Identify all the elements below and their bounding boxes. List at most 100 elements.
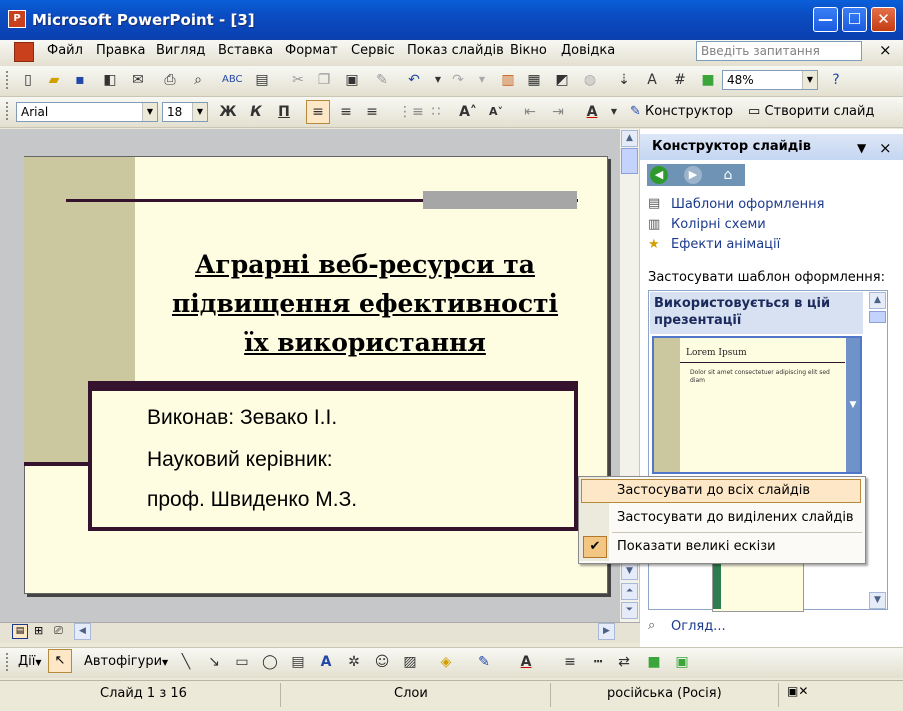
- templates-scroll-up[interactable]: ▲: [869, 292, 886, 309]
- toolbar-grip[interactable]: [6, 653, 11, 671]
- powerpoint-app-icon[interactable]: P: [8, 10, 26, 28]
- insert-hyperlink-icon[interactable]: ◍: [580, 70, 600, 90]
- forward-icon[interactable]: ▶: [684, 166, 702, 184]
- chevron-down-icon[interactable]: ▼: [192, 103, 207, 121]
- menu-edit[interactable]: Правка: [96, 43, 145, 58]
- new-icon[interactable]: ▯: [18, 70, 38, 90]
- permission-icon[interactable]: ◧: [100, 70, 120, 90]
- 3d-style-icon[interactable]: ▣: [672, 652, 692, 672]
- undo-icon[interactable]: ↶: [404, 70, 424, 90]
- font-size-combo[interactable]: 18 ▼: [162, 102, 208, 122]
- template-thumbnail[interactable]: [712, 562, 804, 612]
- thumbnail-dropdown-icon[interactable]: ▼: [846, 338, 860, 472]
- toolbar-grip[interactable]: [6, 102, 11, 120]
- menu-view[interactable]: Вигляд: [156, 43, 205, 58]
- research-icon[interactable]: ▤: [252, 70, 272, 90]
- show-grid-icon[interactable]: #: [670, 70, 690, 90]
- help-icon[interactable]: ?: [826, 70, 846, 90]
- open-icon[interactable]: ▰: [44, 70, 64, 90]
- align-center-icon[interactable]: ≡: [336, 102, 356, 122]
- close-document-button[interactable]: ×: [879, 41, 892, 59]
- spelling-icon[interactable]: ABC: [222, 70, 243, 90]
- line-color-icon[interactable]: ✎: [474, 652, 494, 672]
- new-slide-button[interactable]: ▭ Створити слайд: [748, 104, 874, 119]
- menu-window[interactable]: Вікно: [510, 43, 547, 58]
- previous-slide-button[interactable]: ⏶: [621, 583, 638, 600]
- apply-to-selected-slides-item[interactable]: Застосувати до виділених слайдів: [617, 510, 854, 525]
- maximize-button[interactable]: ☐: [842, 7, 867, 32]
- font-color-dropdown-icon[interactable]: ▼: [604, 102, 624, 122]
- dash-style-icon[interactable]: ┅: [588, 652, 608, 672]
- increase-font-icon[interactable]: A˄: [458, 102, 478, 122]
- apply-to-all-slides-item[interactable]: Застосувати до всіх слайдів: [617, 483, 810, 498]
- font-name-combo[interactable]: Arial ▼: [16, 102, 158, 122]
- italic-button[interactable]: К: [246, 102, 266, 122]
- help-search-input[interactable]: Введіть запитання: [696, 41, 862, 61]
- task-pane-dropdown-icon[interactable]: ▼: [857, 141, 866, 155]
- shadow-icon[interactable]: ■: [644, 652, 664, 672]
- scroll-thumb[interactable]: [621, 148, 638, 174]
- home-icon[interactable]: ⌂: [718, 166, 738, 184]
- chevron-down-icon[interactable]: ▼: [802, 71, 817, 89]
- animation-effects-link[interactable]: Ефекти анімації: [671, 237, 780, 252]
- insert-table-icon[interactable]: ▦: [524, 70, 544, 90]
- scroll-up-button[interactable]: ▲: [621, 130, 638, 147]
- fill-color-icon[interactable]: ◈: [436, 652, 456, 672]
- templates-scroll-thumb[interactable]: [869, 311, 886, 323]
- font-color-icon[interactable]: A: [582, 102, 602, 122]
- menu-format[interactable]: Формат: [285, 43, 338, 58]
- diagram-icon[interactable]: ✲: [344, 652, 364, 672]
- clipart-icon[interactable]: ☺: [372, 652, 392, 672]
- picture-icon[interactable]: ▨: [400, 652, 420, 672]
- cut-icon[interactable]: ✂: [288, 70, 308, 90]
- scroll-left-button[interactable]: ◀: [74, 623, 91, 640]
- menu-file[interactable]: Файл: [47, 43, 83, 58]
- save-icon[interactable]: ▪: [70, 70, 90, 90]
- bold-button[interactable]: Ж: [218, 102, 238, 122]
- toolbar-grip[interactable]: [6, 71, 11, 89]
- decrease-font-icon[interactable]: A˅: [486, 102, 506, 122]
- expand-all-icon[interactable]: ⇣: [614, 70, 634, 90]
- show-large-previews-item[interactable]: Показати великі ескізи: [617, 539, 776, 554]
- menu-tools[interactable]: Сервіс: [351, 43, 395, 58]
- rectangle-icon[interactable]: ▭: [232, 652, 252, 672]
- arrow-style-icon[interactable]: ⇄: [614, 652, 634, 672]
- bullets-icon[interactable]: ∷: [426, 102, 446, 122]
- print-icon[interactable]: ⎙: [160, 70, 180, 90]
- tables-borders-icon[interactable]: ◩: [552, 70, 572, 90]
- normal-view-icon[interactable]: ▤: [12, 624, 28, 639]
- slide-title[interactable]: Аграрні веб-ресурси та підвищення ефекти…: [150, 245, 580, 362]
- numbering-icon[interactable]: ⋮≡: [398, 102, 424, 122]
- autoshapes-menu[interactable]: Автофігури▼: [84, 654, 168, 669]
- wordart-icon[interactable]: A: [316, 652, 336, 672]
- templates-scroll-down[interactable]: ▼: [869, 592, 886, 609]
- slideshow-view-icon[interactable]: ⎚: [54, 624, 63, 638]
- menu-help[interactable]: Довідка: [561, 43, 615, 58]
- arrow-icon[interactable]: ↘: [204, 652, 224, 672]
- align-left-icon[interactable]: ≡: [306, 100, 330, 124]
- document-icon[interactable]: [14, 42, 34, 62]
- back-icon[interactable]: ◀: [650, 166, 668, 184]
- redo-dropdown-icon[interactable]: ▼: [472, 70, 492, 90]
- slide-sorter-view-icon[interactable]: ⊞: [34, 624, 43, 637]
- scroll-down-button[interactable]: ▼: [621, 563, 638, 580]
- next-slide-button[interactable]: ⏷: [621, 602, 638, 619]
- actions-menu[interactable]: Дії▼: [18, 654, 42, 669]
- task-pane-close-icon[interactable]: ×: [879, 139, 892, 157]
- browse-link[interactable]: Огляд...: [671, 619, 726, 634]
- color-grayscale-icon[interactable]: ■: [698, 70, 718, 90]
- select-objects-icon[interactable]: ↖: [48, 649, 72, 673]
- decrease-indent-icon[interactable]: ⇤: [520, 102, 540, 122]
- spelling-status-icon[interactable]: ▣✕: [787, 684, 808, 698]
- color-schemes-link[interactable]: Колірні схеми: [671, 217, 766, 232]
- template-thumbnail[interactable]: [652, 336, 862, 474]
- chevron-down-icon[interactable]: ▼: [142, 103, 157, 121]
- underline-button[interactable]: П: [274, 102, 294, 122]
- scroll-right-button[interactable]: ▶: [598, 623, 615, 640]
- email-icon[interactable]: ✉: [128, 70, 148, 90]
- design-templates-link[interactable]: Шаблони оформлення: [671, 197, 824, 212]
- textbox-icon[interactable]: ▤: [288, 652, 308, 672]
- align-right-icon[interactable]: ≡: [362, 102, 382, 122]
- paste-icon[interactable]: ▣: [342, 70, 362, 90]
- line-style-icon[interactable]: ≡: [560, 652, 580, 672]
